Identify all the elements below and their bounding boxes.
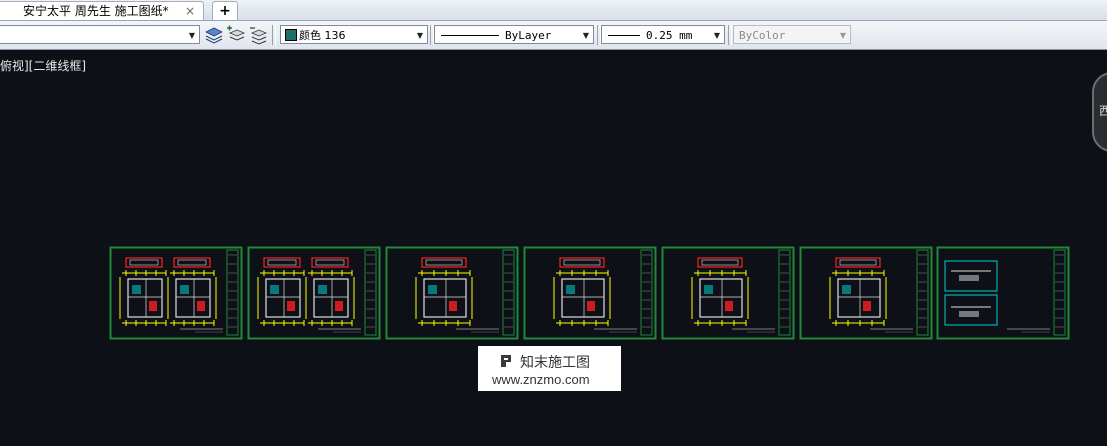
title-block [364, 249, 377, 336]
drawing-sheet-4[interactable] [523, 246, 657, 340]
elevation-strip [421, 257, 467, 268]
elevation-detail [425, 259, 463, 266]
detail-box [944, 294, 998, 326]
floor-plan-walls [699, 278, 743, 318]
room-fill [132, 285, 141, 294]
elevation-strip [311, 257, 349, 268]
title-block [226, 249, 239, 336]
drawing-sheet-7[interactable] [936, 246, 1070, 340]
znzmo-logo-icon [501, 355, 511, 367]
title-block [778, 249, 791, 336]
floor-plan-walls [423, 278, 467, 318]
room-fill [287, 301, 295, 311]
watermark: 知末施工图 www.znzmo.com [478, 346, 621, 391]
watermark-url: www.znzmo.com [492, 372, 590, 387]
floor-plan-walls [313, 278, 349, 318]
drawing-sheet-3[interactable] [385, 246, 519, 340]
floor-plan-walls [561, 278, 605, 318]
room-fill [842, 285, 851, 294]
room-fill [863, 301, 871, 311]
room-fill [428, 285, 437, 294]
sheet-border [523, 246, 657, 340]
elevation-strip [835, 257, 881, 268]
detail-fill [959, 275, 979, 281]
floor-plan-walls [265, 278, 301, 318]
elevation-detail [267, 259, 297, 266]
elevation-detail [315, 259, 345, 266]
drawing-sheet-6[interactable] [799, 246, 933, 340]
room-fill [270, 285, 279, 294]
elevation-detail [701, 259, 739, 266]
title-block [916, 249, 929, 336]
room-fill [318, 285, 327, 294]
room-fill [566, 285, 575, 294]
room-fill [149, 301, 157, 311]
detail-fill [959, 311, 979, 317]
elevation-strip [173, 257, 211, 268]
room-fill [704, 285, 713, 294]
drawing-sheet-1[interactable] [109, 246, 243, 340]
room-fill [180, 285, 189, 294]
floor-plan-walls [837, 278, 881, 318]
elevation-detail [839, 259, 877, 266]
elevation-detail [129, 259, 159, 266]
room-fill [725, 301, 733, 311]
title-block [502, 249, 515, 336]
elevation-detail [563, 259, 601, 266]
elevation-strip [125, 257, 163, 268]
title-block [1053, 249, 1066, 336]
floor-plan-walls [127, 278, 163, 318]
watermark-title: 知末施工图 [520, 355, 590, 371]
elevation-detail [177, 259, 207, 266]
sheet-border [799, 246, 933, 340]
elevation-strip [263, 257, 301, 268]
drawing-sheet-2[interactable] [247, 246, 381, 340]
room-fill [197, 301, 205, 311]
elevation-strip [697, 257, 743, 268]
sheet-border [661, 246, 795, 340]
elevation-strip [559, 257, 605, 268]
sheet-border [385, 246, 519, 340]
floor-plan-walls [175, 278, 211, 318]
room-fill [335, 301, 343, 311]
room-fill [449, 301, 457, 311]
title-block [640, 249, 653, 336]
room-fill [587, 301, 595, 311]
drawing-sheet-5[interactable] [661, 246, 795, 340]
